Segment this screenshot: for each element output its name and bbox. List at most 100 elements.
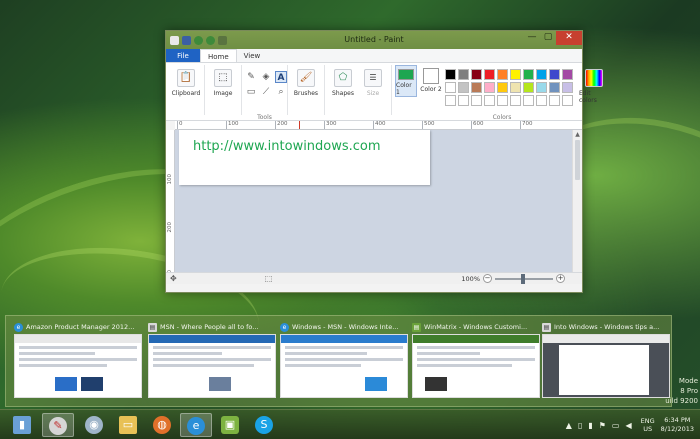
taskbar-ie-button[interactable]: e xyxy=(180,413,212,437)
shapes-group: ⬠ Shapes ☰ Size xyxy=(325,65,392,115)
network-icon[interactable]: ▮ xyxy=(588,421,592,430)
scroll-up-icon[interactable]: ▲ xyxy=(573,130,582,140)
desktop-watermark: Mode 8 Pro uild 9200 xyxy=(665,376,698,406)
taskbar-network-button[interactable]: ◉ xyxy=(78,413,110,437)
vertical-scrollbar[interactable]: ▲ xyxy=(572,130,582,272)
size-button[interactable]: ☰ Size xyxy=(358,65,388,97)
title-bar[interactable]: Untitled - Paint — ▢ ✕ xyxy=(166,31,582,49)
color1-button[interactable]: Color 1 xyxy=(395,65,417,97)
palette-swatch[interactable] xyxy=(471,69,482,80)
system-tray: ▲ ▯ ▮ ⚑ ▭ ◀ ENG US 6:34 PM 8/12/2013 xyxy=(563,413,694,437)
taskbar-explorer-button[interactable]: ▭ xyxy=(112,413,144,437)
zoom-in-button[interactable]: + xyxy=(556,274,565,283)
eraser-icon[interactable]: ▭ xyxy=(245,86,257,98)
battery-icon[interactable]: ▭ xyxy=(612,421,620,430)
zoom-out-button[interactable]: − xyxy=(483,274,492,283)
language-code: ENG xyxy=(640,417,655,425)
image-group: ⬚ Image xyxy=(205,65,242,115)
palette-swatch[interactable] xyxy=(445,82,456,93)
edit-colors-button[interactable]: Edit colors xyxy=(579,65,609,104)
taskbar-firefox-button[interactable]: ◍ xyxy=(146,413,178,437)
taskbar-paint-button[interactable]: ✎ xyxy=(42,413,74,437)
scroll-thumb[interactable] xyxy=(575,140,580,180)
taskbar-skype-button[interactable]: S xyxy=(248,413,280,437)
tab-home[interactable]: Home xyxy=(200,49,237,62)
canvas-area[interactable]: 100200300 http://www.intowindows.com ▲ xyxy=(166,130,582,272)
palette-swatch[interactable] xyxy=(536,95,547,106)
fill-icon[interactable]: ◈ xyxy=(260,71,272,83)
tools-group-label: Tools xyxy=(257,114,272,121)
taskbar-app-button[interactable]: ▣ xyxy=(214,413,246,437)
thumbnail-preview xyxy=(14,334,142,398)
palette-swatch[interactable] xyxy=(484,69,495,80)
watermark-line-1: Mode xyxy=(678,377,698,385)
paint-window[interactable]: Untitled - Paint — ▢ ✕ File Home View 📋 … xyxy=(165,30,603,293)
thumbnail-preview xyxy=(412,334,540,398)
palette-swatch[interactable] xyxy=(549,95,560,106)
tab-file[interactable]: File xyxy=(166,49,200,62)
ruler-tick-label: 200 xyxy=(275,121,288,129)
thumbnail-window-3[interactable]: e Windows - MSN - Windows Inte... xyxy=(280,320,408,404)
show-hidden-icons-icon[interactable]: ▲ xyxy=(566,421,572,430)
image-button[interactable]: ⬚ Image xyxy=(208,65,238,97)
device-icon[interactable]: ▯ xyxy=(578,421,582,430)
palette-swatch[interactable] xyxy=(484,95,495,106)
thumbnail-window-1[interactable]: e Amazon Product Manager 2012... xyxy=(14,320,142,404)
palette-swatch[interactable] xyxy=(562,82,573,93)
shapes-button[interactable]: ⬠ Shapes xyxy=(328,65,358,97)
volume-icon[interactable]: ◀ xyxy=(625,421,631,430)
palette-swatch[interactable] xyxy=(562,69,573,80)
palette-swatch[interactable] xyxy=(510,69,521,80)
pencil-icon[interactable]: ✎ xyxy=(245,71,257,83)
taskbar-desktop-button[interactable]: ▮ xyxy=(6,413,38,437)
brushes-button[interactable]: 🖌 Brushes xyxy=(291,65,321,97)
tab-view[interactable]: View xyxy=(237,49,268,62)
watermark-line-2: 8 Pro xyxy=(680,387,698,395)
shapes-label: Shapes xyxy=(332,90,354,97)
text-icon[interactable]: A xyxy=(275,71,287,83)
palette-swatch[interactable] xyxy=(523,95,534,106)
language-indicator[interactable]: ENG US xyxy=(641,417,655,433)
palette-swatch[interactable] xyxy=(549,69,560,80)
clock[interactable]: 6:34 PM 8/12/2013 xyxy=(661,416,694,434)
palette-swatch[interactable] xyxy=(510,82,521,93)
palette-swatch[interactable] xyxy=(471,95,482,106)
palette-swatch[interactable] xyxy=(445,95,456,106)
thumbnail-window-4[interactable]: ▤ WinMatrix - Windows Customi... xyxy=(412,320,540,404)
horizontal-ruler: 0 100 200 300 400 500 600 700 xyxy=(175,121,582,130)
palette-swatch[interactable] xyxy=(445,69,456,80)
thumbnail-window-2[interactable]: ▤ MSN - Where People all to fo... xyxy=(148,320,276,404)
palette-swatch[interactable] xyxy=(458,69,469,80)
color2-button[interactable]: Color 2 xyxy=(420,65,442,97)
shapes-icon: ⬠ xyxy=(334,69,352,87)
drawing-canvas[interactable]: http://www.intowindows.com xyxy=(179,130,430,185)
palette-swatch[interactable] xyxy=(536,69,547,80)
clock-time: 6:34 PM xyxy=(664,416,691,424)
palette-swatch[interactable] xyxy=(523,69,534,80)
palette-swatch[interactable] xyxy=(497,95,508,106)
color-picker-icon[interactable]: ⟋ xyxy=(260,86,272,98)
ribbon: 📋 Clipboard ⬚ Image ✎ ◈ A ▭ ⟋ ⌕ Tools 🖌 xyxy=(166,63,603,121)
network-icon: ◉ xyxy=(85,416,103,434)
palette-swatch[interactable] xyxy=(497,82,508,93)
palette-swatch[interactable] xyxy=(536,82,547,93)
palette-swatch[interactable] xyxy=(510,95,521,106)
flag-icon[interactable]: ⚑ xyxy=(599,421,606,430)
palette-swatch[interactable] xyxy=(458,95,469,106)
palette-swatch[interactable] xyxy=(471,82,482,93)
zoom-control: 100% − + xyxy=(461,273,568,284)
clipboard-button[interactable]: 📋 Clipboard xyxy=(171,65,201,97)
palette-swatch[interactable] xyxy=(497,69,508,80)
taskbar: ▮ ✎ ◉ ▭ ◍ e ▣ S ▲ ▯ ▮ ⚑ ▭ ◀ ENG US 6:34 … xyxy=(0,409,700,439)
canvas-text[interactable]: http://www.intowindows.com xyxy=(193,139,381,154)
magnifier-icon[interactable]: ⌕ xyxy=(275,86,287,98)
thumbnail-preview xyxy=(542,334,670,398)
color-palette xyxy=(445,69,573,106)
thumbnail-window-5[interactable]: ▤ Into Windows - Windows tips a... xyxy=(542,320,670,404)
palette-swatch[interactable] xyxy=(523,82,534,93)
palette-swatch[interactable] xyxy=(484,82,495,93)
palette-swatch[interactable] xyxy=(458,82,469,93)
palette-swatch[interactable] xyxy=(562,95,573,106)
palette-swatch[interactable] xyxy=(549,82,560,93)
zoom-slider[interactable] xyxy=(495,273,553,284)
